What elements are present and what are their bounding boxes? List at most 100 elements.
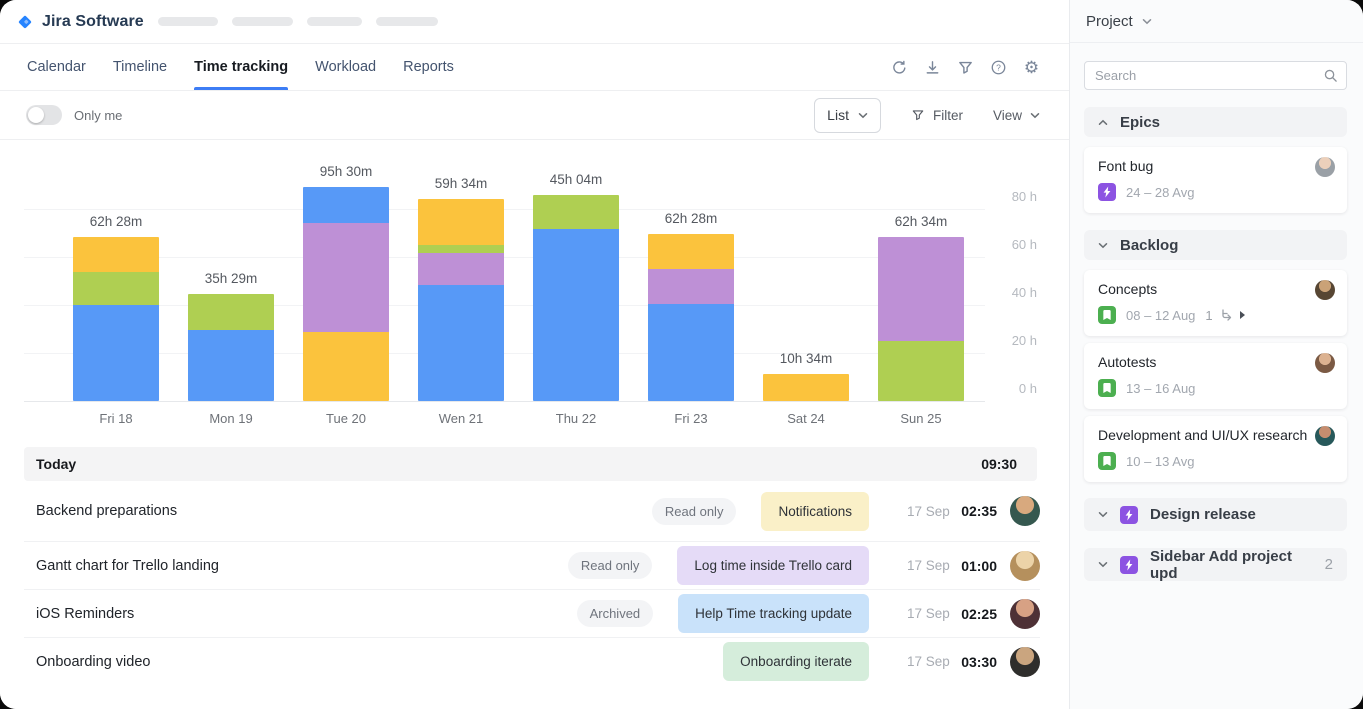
subtask-group: 1 [1205, 308, 1244, 323]
project-selector[interactable]: Project [1070, 0, 1363, 43]
bar-total-label: 62h 34m [856, 214, 986, 229]
card-dates: 10 – 13 Avg [1126, 454, 1194, 469]
refresh-icon[interactable] [891, 59, 908, 76]
avatar [1315, 157, 1335, 177]
x-axis-label: Tue 20 [287, 411, 405, 426]
bar-total-label: 45h 04m [511, 172, 641, 187]
task-tag[interactable]: Log time inside Trello card [677, 546, 869, 585]
task-tag[interactable]: Help Time tracking update [678, 594, 869, 633]
view-label: View [993, 108, 1022, 123]
tab-time-tracking[interactable]: Time tracking [194, 44, 288, 90]
bar-column: 59h 34mWen 21 [418, 140, 504, 430]
backlog-card-autotests[interactable]: Autotests 13 – 16 Aug [1084, 343, 1347, 409]
section-title: Epics [1120, 114, 1160, 131]
epic-lightning-icon [1120, 556, 1138, 574]
bar-column: 95h 30mTue 20 [303, 140, 389, 430]
bar-total-label: 59h 34m [396, 176, 526, 191]
chevron-down-icon [858, 112, 868, 119]
tab-reports[interactable]: Reports [403, 44, 454, 90]
settings-gear-icon[interactable]: ⚙ [1023, 59, 1040, 76]
task-row[interactable]: Backend preparations Read only Notificat… [24, 481, 1040, 542]
task-time: 02:25 [951, 606, 997, 622]
filter-icon[interactable] [957, 59, 974, 76]
search-input[interactable] [1084, 61, 1347, 90]
task-date: 17 Sep [907, 504, 951, 519]
status-badge: Read only [652, 498, 737, 525]
x-axis-label: Thu 22 [517, 411, 635, 426]
header-icon-group: ? ⚙ [891, 59, 1040, 76]
bar-segment-blue [73, 305, 159, 401]
view-dropdown[interactable]: View [993, 108, 1040, 123]
card-dates: 08 – 12 Aug [1126, 308, 1195, 323]
bar-total-label: 10h 34m [741, 351, 871, 366]
task-time: 01:00 [951, 558, 997, 574]
story-bookmark-icon [1098, 452, 1116, 470]
card-meta: 13 – 16 Aug [1098, 379, 1335, 397]
task-name: Onboarding video [24, 654, 723, 670]
bar-column: 62h 28mFri 18 [73, 140, 159, 430]
subtask-count: 1 [1205, 308, 1212, 323]
bar-total-label: 95h 30m [281, 164, 411, 179]
app-title: Jira Software [42, 13, 144, 31]
view-mode-dropdown[interactable]: List [814, 98, 881, 133]
avatar [1315, 280, 1335, 300]
bar-column: 45h 04mThu 22 [533, 140, 619, 430]
card-title: Font bug [1098, 158, 1335, 174]
task-time: 02:35 [951, 503, 997, 519]
bar-segment-blue [188, 330, 274, 401]
backlog-card-development[interactable]: Development and UI/UX research 10 – 13 A… [1084, 416, 1347, 482]
story-bookmark-icon [1098, 306, 1116, 324]
expand-caret-icon[interactable] [1240, 311, 1245, 319]
filter-button[interactable]: Filter [911, 108, 963, 123]
bar-segment-green [188, 294, 274, 330]
section-header-design-release[interactable]: Design release [1084, 498, 1347, 531]
task-row[interactable]: Gantt chart for Trello landing Read only… [24, 542, 1040, 590]
task-date: 17 Sep [907, 606, 951, 621]
task-tag[interactable]: Onboarding iterate [723, 642, 869, 681]
epic-card-font-bug[interactable]: Font bug 24 – 28 Avg [1084, 147, 1347, 213]
tab-workload[interactable]: Workload [315, 44, 376, 90]
only-me-toggle[interactable] [26, 105, 62, 125]
epic-lightning-icon [1098, 183, 1116, 201]
card-meta: 24 – 28 Avg [1098, 183, 1335, 201]
bar-segment-green [533, 195, 619, 229]
bar-total-label: 62h 28m [626, 211, 756, 226]
tab-label: Reports [403, 59, 454, 75]
section-header-epics[interactable]: Epics [1084, 107, 1347, 137]
task-row[interactable]: iOS Reminders Archived Help Time trackin… [24, 590, 1040, 638]
tab-label: Calendar [27, 59, 86, 75]
avatar [1010, 551, 1040, 581]
status-badge: Archived [577, 600, 654, 627]
task-list: Backend preparations Read only Notificat… [24, 481, 1040, 685]
bar-segment-yellow [73, 237, 159, 272]
skeleton-pill [158, 17, 218, 26]
bar-stack [418, 199, 504, 401]
backlog-card-concepts[interactable]: Concepts 08 – 12 Aug 1 [1084, 270, 1347, 336]
tab-calendar[interactable]: Calendar [27, 44, 86, 90]
section-header-sidebar-add-project[interactable]: Sidebar Add project upd 2 [1084, 548, 1347, 581]
y-axis-tick: 20 h [977, 333, 1037, 348]
toggle-knob [28, 107, 44, 123]
top-bar: Jira Software [0, 0, 1069, 44]
task-name: Backend preparations [24, 503, 652, 519]
bar-stack [533, 195, 619, 401]
tab-label: Workload [315, 59, 376, 75]
y-axis-tick: 40 h [977, 285, 1037, 300]
help-icon[interactable]: ? [990, 59, 1007, 76]
section-header-backlog[interactable]: Backlog [1084, 230, 1347, 260]
download-icon[interactable] [924, 59, 941, 76]
chevron-down-icon [1098, 561, 1108, 568]
active-tab-underline [194, 87, 288, 90]
task-tag[interactable]: Notifications [761, 492, 869, 531]
section-count: 2 [1325, 556, 1333, 573]
bar-segment-yellow [418, 199, 504, 245]
today-label: Today [36, 456, 76, 472]
time-tracking-chart: 80 h 60 h 40 h 20 h 0 h 62h 28mFri 1835h… [0, 140, 1069, 430]
task-row[interactable]: Onboarding video Onboarding iterate 17 S… [24, 638, 1040, 685]
avatar [1315, 353, 1335, 373]
bar-stack [73, 237, 159, 401]
bar-segment-blue [648, 304, 734, 401]
card-meta: 10 – 13 Avg [1098, 452, 1335, 470]
tab-timeline[interactable]: Timeline [113, 44, 167, 90]
jira-diamond-icon [16, 13, 34, 31]
